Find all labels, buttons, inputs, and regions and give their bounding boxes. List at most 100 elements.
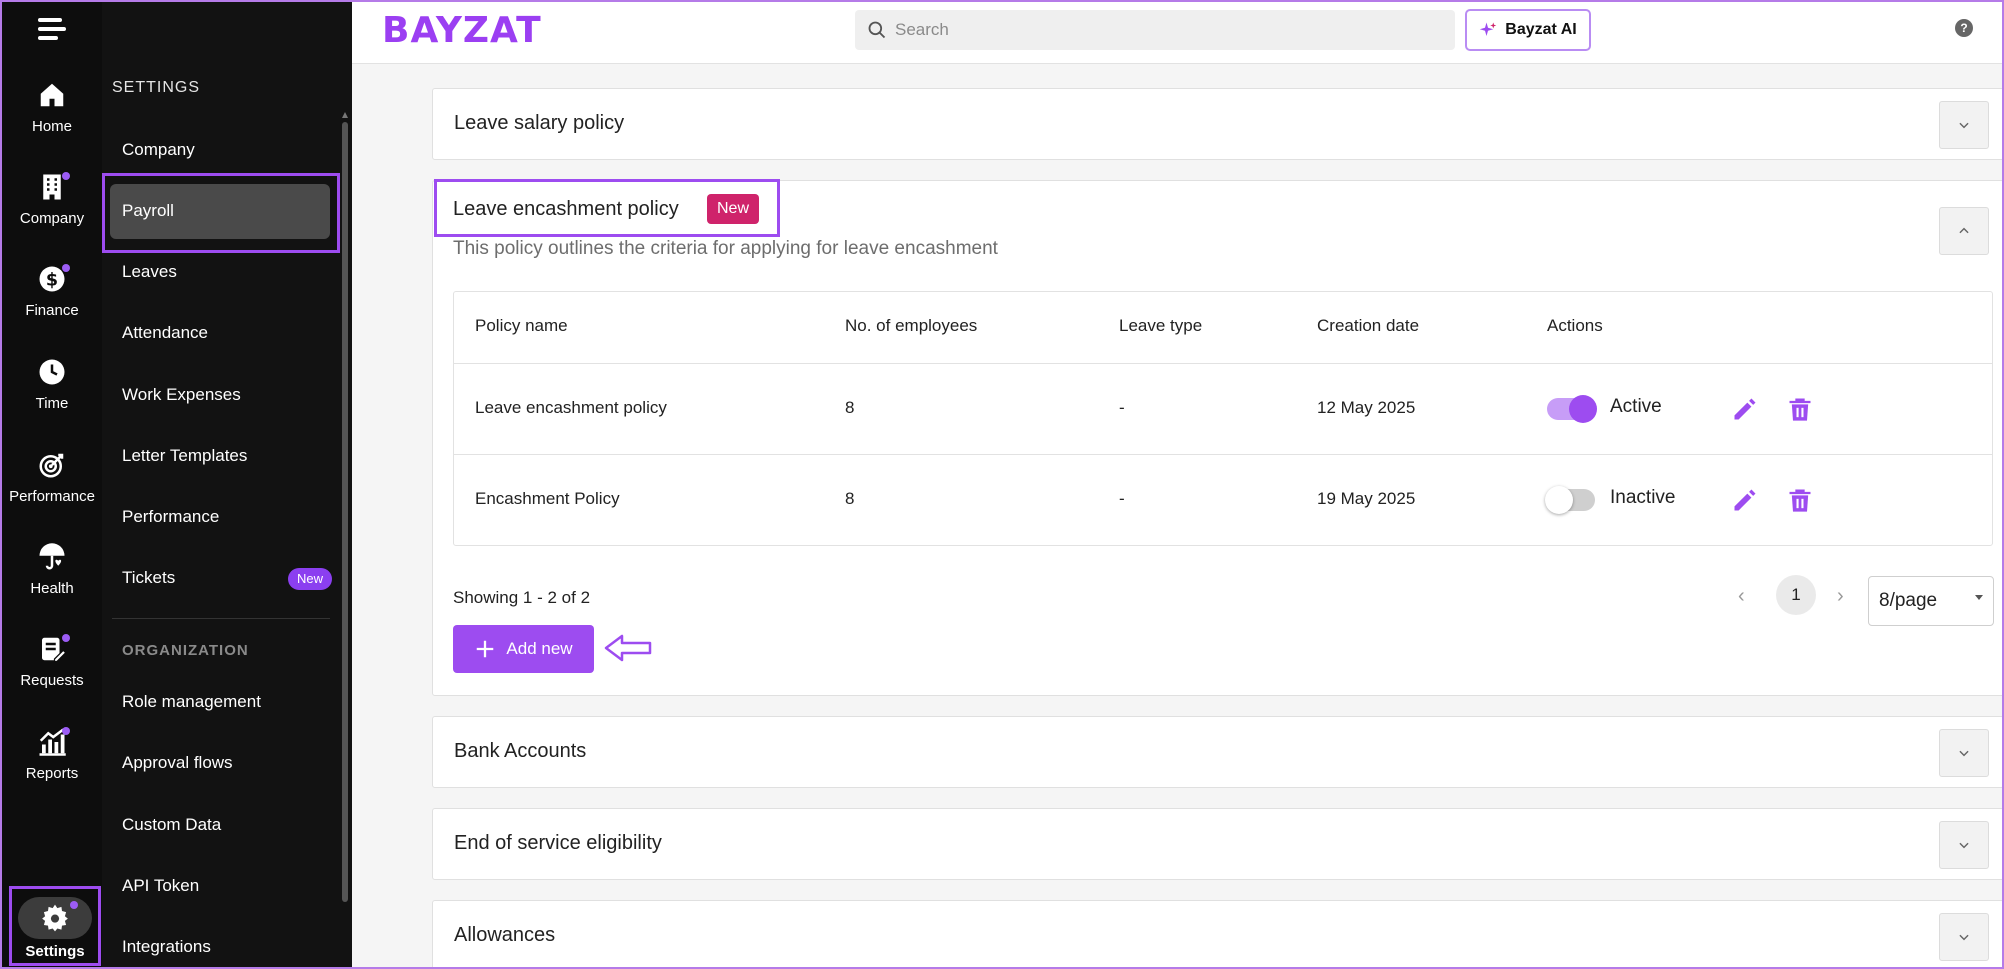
column-header: Actions — [1547, 316, 1603, 335]
status-toggle[interactable] — [1545, 486, 1595, 514]
rail-label: Finance — [25, 302, 79, 319]
expand-button[interactable] — [1939, 913, 1989, 961]
sidebar-heading: SETTINGS — [112, 79, 201, 96]
delete-icon[interactable] — [1786, 486, 1814, 514]
notification-dot — [70, 901, 78, 909]
toggle-knob — [1545, 486, 1573, 514]
settings-sidebar: SETTINGS Company Payroll Leaves Attendan… — [102, 2, 352, 967]
collapse-button[interactable] — [1939, 207, 1989, 255]
app-frame: Home Company $ Finance Time Performance … — [0, 0, 2004, 969]
search-input[interactable] — [895, 16, 1435, 44]
rail-item-finance[interactable]: $ Finance — [2, 264, 102, 344]
chevron-left-icon[interactable]: ‹ — [1738, 585, 1745, 608]
toggle-knob — [1569, 395, 1597, 423]
expand-button[interactable] — [1939, 101, 1989, 149]
rail-item-time[interactable]: Time — [2, 357, 102, 437]
column-header: Policy name — [475, 316, 568, 335]
rail-label: Company — [19, 210, 85, 227]
rail-label: Time — [35, 395, 69, 412]
expand-button[interactable] — [1939, 729, 1989, 777]
arrow-left-icon — [604, 634, 652, 662]
status-label: Inactive — [1610, 487, 1676, 508]
status-toggle[interactable] — [1547, 395, 1597, 423]
employee-count: 8 — [845, 489, 855, 508]
svg-text:$: $ — [46, 270, 58, 290]
page-number[interactable]: 1 — [1776, 575, 1816, 615]
divider — [112, 618, 330, 619]
section-bank-accounts: Bank Accounts — [432, 716, 2002, 788]
target-icon — [39, 453, 64, 478]
menu-icon[interactable] — [38, 18, 66, 40]
showing-count: Showing 1 - 2 of 2 — [453, 588, 591, 607]
rail-item-requests[interactable]: Requests — [2, 634, 102, 714]
sidebar-scrollbar[interactable] — [342, 122, 348, 902]
rail-item-home[interactable]: Home — [2, 80, 102, 160]
rail-label: Requests — [20, 672, 84, 689]
delete-icon[interactable] — [1786, 395, 1814, 423]
section-title: Bank Accounts — [454, 740, 587, 762]
rail-item-company[interactable]: Company — [2, 172, 102, 252]
gear-icon — [42, 904, 68, 932]
rail-item-settings[interactable]: Settings — [9, 886, 101, 966]
chevron-right-icon[interactable]: › — [1837, 585, 1844, 608]
sidebar-item-payroll[interactable]: Payroll — [122, 196, 332, 226]
chevron-down-icon — [1959, 122, 1969, 129]
section-allowances: Allowances — [432, 900, 2002, 967]
search-icon — [868, 21, 886, 39]
new-badge: New — [707, 194, 760, 224]
sidebar-item-approval-flows[interactable]: Approval flows — [122, 748, 332, 778]
help-icon[interactable]: ? — [1955, 19, 1973, 37]
per-page-value: 8/page — [1879, 590, 1938, 611]
sidebar-item-role-management[interactable]: Role management — [122, 687, 332, 717]
add-new-button[interactable]: Add new — [453, 625, 594, 673]
clock-icon — [39, 359, 65, 385]
edit-icon[interactable] — [1731, 395, 1759, 423]
rail-item-reports[interactable]: Reports — [2, 727, 102, 807]
table-row: Leave encashment policy 8 - 12 May 2025 … — [454, 363, 1992, 454]
search-box[interactable] — [855, 10, 1455, 50]
rail-label: Performance — [9, 488, 95, 505]
section-title: Leave encashment policy — [453, 198, 679, 220]
icon-rail: Home Company $ Finance Time Performance … — [2, 2, 102, 967]
brand-logo[interactable]: BAYZAT — [382, 10, 542, 51]
top-bar: BAYZAT Bayzat AI ? — [352, 2, 2002, 64]
sidebar-item-attendance[interactable]: Attendance — [122, 318, 332, 348]
new-badge: New — [287, 568, 332, 590]
sidebar-item-api-token[interactable]: API Token — [122, 871, 332, 901]
sidebar-item-company[interactable]: Company — [122, 135, 332, 165]
column-header: Creation date — [1317, 316, 1420, 335]
sidebar-item-leaves[interactable]: Leaves — [122, 257, 332, 287]
ai-label: Bayzat AI — [1505, 21, 1577, 38]
sidebar-item-label: Tickets — [122, 568, 176, 587]
leave-type: - — [1119, 489, 1125, 508]
rail-item-performance[interactable]: Performance — [2, 450, 102, 530]
sidebar-item-performance[interactable]: Performance — [122, 502, 332, 532]
caret-down-icon — [1975, 595, 1983, 600]
sidebar-item-custom-data[interactable]: Custom Data — [122, 810, 332, 840]
chevron-up-icon — [1959, 227, 1969, 234]
edit-icon[interactable] — [1731, 486, 1759, 514]
bayzat-ai-button[interactable]: Bayzat AI — [1465, 9, 1591, 51]
organization-heading: ORGANIZATION — [122, 642, 249, 659]
leave-type: - — [1119, 398, 1125, 417]
notification-dot — [62, 634, 70, 642]
settings-pill — [18, 897, 92, 939]
scroll-up-arrow[interactable] — [342, 112, 348, 118]
expand-button[interactable] — [1939, 821, 1989, 869]
sidebar-item-integrations[interactable]: Integrations — [122, 932, 332, 962]
sidebar-item-work-expenses[interactable]: Work Expenses — [122, 380, 332, 410]
sparkle-icon — [1480, 22, 1497, 36]
rail-label: Reports — [25, 765, 79, 782]
section-title: End of service eligibility — [454, 832, 662, 854]
rail-label: Settings — [25, 943, 85, 960]
section-leave-salary-policy: Leave salary policy — [432, 88, 2002, 160]
creation-date: 12 May 2025 — [1317, 398, 1416, 417]
rail-item-health[interactable]: Health — [2, 542, 102, 622]
rail-label: Health — [30, 580, 74, 597]
creation-date: 19 May 2025 — [1317, 489, 1416, 508]
column-header: Leave type — [1119, 316, 1203, 335]
sidebar-item-tickets[interactable]: Tickets New — [122, 563, 332, 593]
per-page-select[interactable]: 8/page — [1868, 576, 1994, 626]
notification-dot — [62, 264, 70, 272]
sidebar-item-letter-templates[interactable]: Letter Templates — [122, 441, 332, 471]
